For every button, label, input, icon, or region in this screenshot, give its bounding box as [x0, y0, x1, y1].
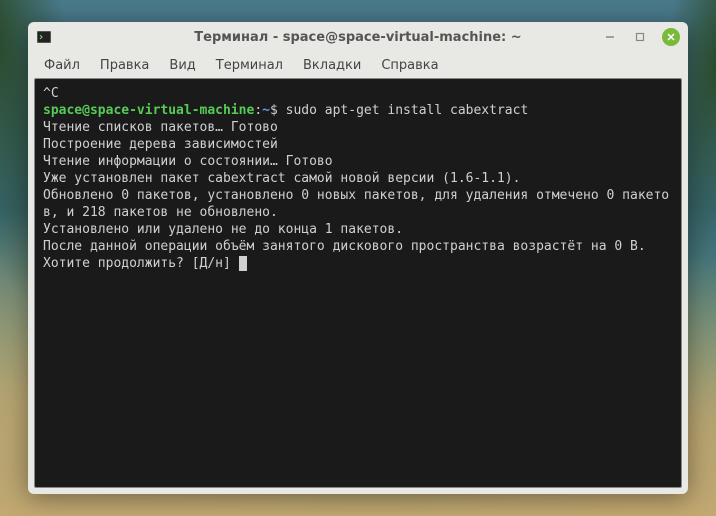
maximize-button[interactable] [632, 29, 648, 45]
cursor [239, 256, 247, 271]
prompt-sep: : [254, 103, 262, 118]
menu-help[interactable]: Справка [371, 55, 448, 76]
output-line: Чтение информации о состоянии… Готово [43, 154, 333, 169]
terminal-output[interactable]: ^C space@space-virtual-machine:~$ sudo a… [34, 78, 682, 488]
minimize-button[interactable] [602, 29, 618, 45]
command-text: sudo apt-get install cabextract [286, 103, 529, 118]
menu-view[interactable]: Вид [159, 55, 205, 76]
prompt-user: space@space-virtual-machine [43, 103, 254, 118]
interrupt-signal: ^C [43, 86, 59, 101]
terminal-window: Терминал - space@space-virtual-machine: … [28, 22, 688, 494]
output-line: После данной операции объём занятого дис… [43, 239, 646, 254]
menu-tabs[interactable]: Вкладки [293, 55, 371, 76]
close-button[interactable] [662, 28, 680, 46]
menu-terminal[interactable]: Терминал [206, 55, 293, 76]
window-title: Терминал - space@space-virtual-machine: … [28, 30, 688, 45]
prompt-symbol: $ [270, 103, 286, 118]
output-line: Уже установлен пакет cabextract самой но… [43, 171, 520, 186]
menu-edit[interactable]: Правка [90, 55, 159, 76]
prompt-path: ~ [262, 103, 270, 118]
titlebar[interactable]: Терминал - space@space-virtual-machine: … [28, 22, 688, 52]
output-line: Чтение списков пакетов… Готово [43, 120, 278, 135]
prompt-question: Хотите продолжить? [Д/н] [43, 256, 239, 271]
terminal-app-icon [36, 29, 52, 45]
menubar: Файл Правка Вид Терминал Вкладки Справка [28, 52, 688, 78]
menu-file[interactable]: Файл [34, 55, 90, 76]
output-line: Обновлено 0 пакетов, установлено 0 новых… [43, 188, 669, 220]
output-line: Построение дерева зависимостей [43, 137, 278, 152]
window-controls [602, 28, 680, 46]
output-line: Установлено или удалено не до конца 1 па… [43, 222, 403, 237]
